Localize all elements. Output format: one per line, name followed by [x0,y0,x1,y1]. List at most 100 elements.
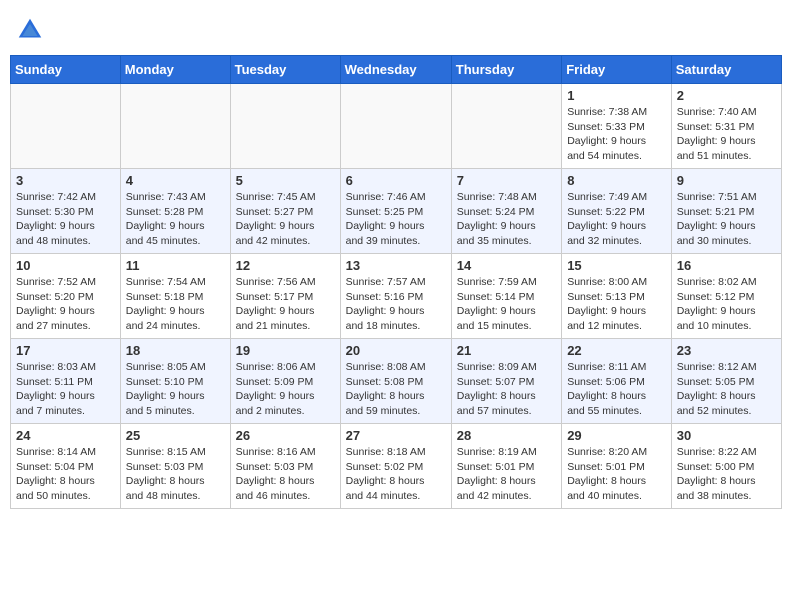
day-number: 5 [236,173,335,188]
day-number: 20 [346,343,446,358]
calendar-cell: 11 Sunrise: 7:54 AM Sunset: 5:18 PM Dayli… [120,254,230,339]
day-info: Sunrise: 7:52 AM Sunset: 5:20 PM Dayligh… [16,275,115,334]
day-number: 22 [567,343,666,358]
day-info: Sunrise: 8:20 AM Sunset: 5:01 PM Dayligh… [567,445,666,504]
day-number: 2 [677,88,776,103]
week-row-4: 17 Sunrise: 8:03 AM Sunset: 5:11 PM Dayli… [11,339,782,424]
logo-icon [15,15,45,45]
day-number: 9 [677,173,776,188]
day-info: Sunrise: 7:38 AM Sunset: 5:33 PM Dayligh… [567,105,666,164]
calendar-cell: 24 Sunrise: 8:14 AM Sunset: 5:04 PM Dayli… [11,424,121,509]
calendar-cell: 3 Sunrise: 7:42 AM Sunset: 5:30 PM Daylig… [11,169,121,254]
weekday-header-sunday: Sunday [11,56,121,84]
day-number: 24 [16,428,115,443]
day-number: 23 [677,343,776,358]
day-number: 1 [567,88,666,103]
weekday-header-row: SundayMondayTuesdayWednesdayThursdayFrid… [11,56,782,84]
day-info: Sunrise: 8:02 AM Sunset: 5:12 PM Dayligh… [677,275,776,334]
calendar-cell: 23 Sunrise: 8:12 AM Sunset: 5:05 PM Dayli… [671,339,781,424]
calendar-cell: 7 Sunrise: 7:48 AM Sunset: 5:24 PM Daylig… [451,169,561,254]
week-row-1: 1 Sunrise: 7:38 AM Sunset: 5:33 PM Daylig… [11,84,782,169]
day-info: Sunrise: 7:40 AM Sunset: 5:31 PM Dayligh… [677,105,776,164]
day-number: 11 [126,258,225,273]
day-info: Sunrise: 8:03 AM Sunset: 5:11 PM Dayligh… [16,360,115,419]
calendar-cell: 16 Sunrise: 8:02 AM Sunset: 5:12 PM Dayli… [671,254,781,339]
calendar-cell: 6 Sunrise: 7:46 AM Sunset: 5:25 PM Daylig… [340,169,451,254]
calendar-cell: 22 Sunrise: 8:11 AM Sunset: 5:06 PM Dayli… [562,339,672,424]
day-info: Sunrise: 8:18 AM Sunset: 5:02 PM Dayligh… [346,445,446,504]
day-info: Sunrise: 8:11 AM Sunset: 5:06 PM Dayligh… [567,360,666,419]
calendar-cell: 14 Sunrise: 7:59 AM Sunset: 5:14 PM Dayli… [451,254,561,339]
day-info: Sunrise: 7:46 AM Sunset: 5:25 PM Dayligh… [346,190,446,249]
calendar-cell: 8 Sunrise: 7:49 AM Sunset: 5:22 PM Daylig… [562,169,672,254]
day-info: Sunrise: 8:08 AM Sunset: 5:08 PM Dayligh… [346,360,446,419]
day-info: Sunrise: 7:54 AM Sunset: 5:18 PM Dayligh… [126,275,225,334]
day-number: 28 [457,428,556,443]
day-number: 18 [126,343,225,358]
calendar-cell [340,84,451,169]
day-info: Sunrise: 8:05 AM Sunset: 5:10 PM Dayligh… [126,360,225,419]
day-info: Sunrise: 8:14 AM Sunset: 5:04 PM Dayligh… [16,445,115,504]
day-number: 15 [567,258,666,273]
day-number: 30 [677,428,776,443]
page-header [10,10,782,45]
weekday-header-monday: Monday [120,56,230,84]
day-number: 26 [236,428,335,443]
calendar-cell: 12 Sunrise: 7:56 AM Sunset: 5:17 PM Dayli… [230,254,340,339]
week-row-2: 3 Sunrise: 7:42 AM Sunset: 5:30 PM Daylig… [11,169,782,254]
calendar-cell [230,84,340,169]
day-info: Sunrise: 7:51 AM Sunset: 5:21 PM Dayligh… [677,190,776,249]
day-number: 19 [236,343,335,358]
calendar-table: SundayMondayTuesdayWednesdayThursdayFrid… [10,55,782,509]
calendar-cell: 5 Sunrise: 7:45 AM Sunset: 5:27 PM Daylig… [230,169,340,254]
weekday-header-friday: Friday [562,56,672,84]
day-info: Sunrise: 8:19 AM Sunset: 5:01 PM Dayligh… [457,445,556,504]
day-info: Sunrise: 8:12 AM Sunset: 5:05 PM Dayligh… [677,360,776,419]
day-number: 14 [457,258,556,273]
day-info: Sunrise: 7:57 AM Sunset: 5:16 PM Dayligh… [346,275,446,334]
day-info: Sunrise: 7:48 AM Sunset: 5:24 PM Dayligh… [457,190,556,249]
day-info: Sunrise: 7:56 AM Sunset: 5:17 PM Dayligh… [236,275,335,334]
calendar-cell: 25 Sunrise: 8:15 AM Sunset: 5:03 PM Dayli… [120,424,230,509]
calendar-cell: 9 Sunrise: 7:51 AM Sunset: 5:21 PM Daylig… [671,169,781,254]
day-number: 3 [16,173,115,188]
calendar-cell [451,84,561,169]
calendar-cell: 4Sunrise: 7:43 AM Sunset: 5:28 PM Daylig… [120,169,230,254]
day-number: 21 [457,343,556,358]
day-number: 27 [346,428,446,443]
calendar-cell: 30Sunrise: 8:22 AM Sunset: 5:00 PM Dayli… [671,424,781,509]
day-number: 12 [236,258,335,273]
calendar-cell: 13 Sunrise: 7:57 AM Sunset: 5:16 PM Dayli… [340,254,451,339]
day-number: 13 [346,258,446,273]
calendar-cell [120,84,230,169]
day-info: Sunrise: 7:59 AM Sunset: 5:14 PM Dayligh… [457,275,556,334]
week-row-5: 24 Sunrise: 8:14 AM Sunset: 5:04 PM Dayli… [11,424,782,509]
calendar-cell: 17 Sunrise: 8:03 AM Sunset: 5:11 PM Dayli… [11,339,121,424]
day-number: 17 [16,343,115,358]
day-info: Sunrise: 7:45 AM Sunset: 5:27 PM Dayligh… [236,190,335,249]
day-info: Sunrise: 7:43 AM Sunset: 5:28 PM Dayligh… [126,190,225,249]
day-number: 16 [677,258,776,273]
calendar-cell: 18 Sunrise: 8:05 AM Sunset: 5:10 PM Dayli… [120,339,230,424]
day-number: 10 [16,258,115,273]
weekday-header-tuesday: Tuesday [230,56,340,84]
day-info: Sunrise: 8:09 AM Sunset: 5:07 PM Dayligh… [457,360,556,419]
day-info: Sunrise: 8:15 AM Sunset: 5:03 PM Dayligh… [126,445,225,504]
day-info: Sunrise: 8:16 AM Sunset: 5:03 PM Dayligh… [236,445,335,504]
weekday-header-thursday: Thursday [451,56,561,84]
calendar-cell: 2 Sunrise: 7:40 AM Sunset: 5:31 PM Daylig… [671,84,781,169]
day-info: Sunrise: 8:06 AM Sunset: 5:09 PM Dayligh… [236,360,335,419]
day-info: Sunrise: 7:42 AM Sunset: 5:30 PM Dayligh… [16,190,115,249]
day-info: Sunrise: 7:49 AM Sunset: 5:22 PM Dayligh… [567,190,666,249]
calendar-cell: 21 Sunrise: 8:09 AM Sunset: 5:07 PM Dayli… [451,339,561,424]
day-number: 6 [346,173,446,188]
weekday-header-wednesday: Wednesday [340,56,451,84]
calendar-cell [11,84,121,169]
calendar-cell: 28 Sunrise: 8:19 AM Sunset: 5:01 PM Dayli… [451,424,561,509]
day-number: 8 [567,173,666,188]
week-row-3: 10 Sunrise: 7:52 AM Sunset: 5:20 PM Dayli… [11,254,782,339]
day-number: 7 [457,173,556,188]
calendar-cell: 10 Sunrise: 7:52 AM Sunset: 5:20 PM Dayli… [11,254,121,339]
calendar-cell: 20 Sunrise: 8:08 AM Sunset: 5:08 PM Dayli… [340,339,451,424]
day-number: 25 [126,428,225,443]
